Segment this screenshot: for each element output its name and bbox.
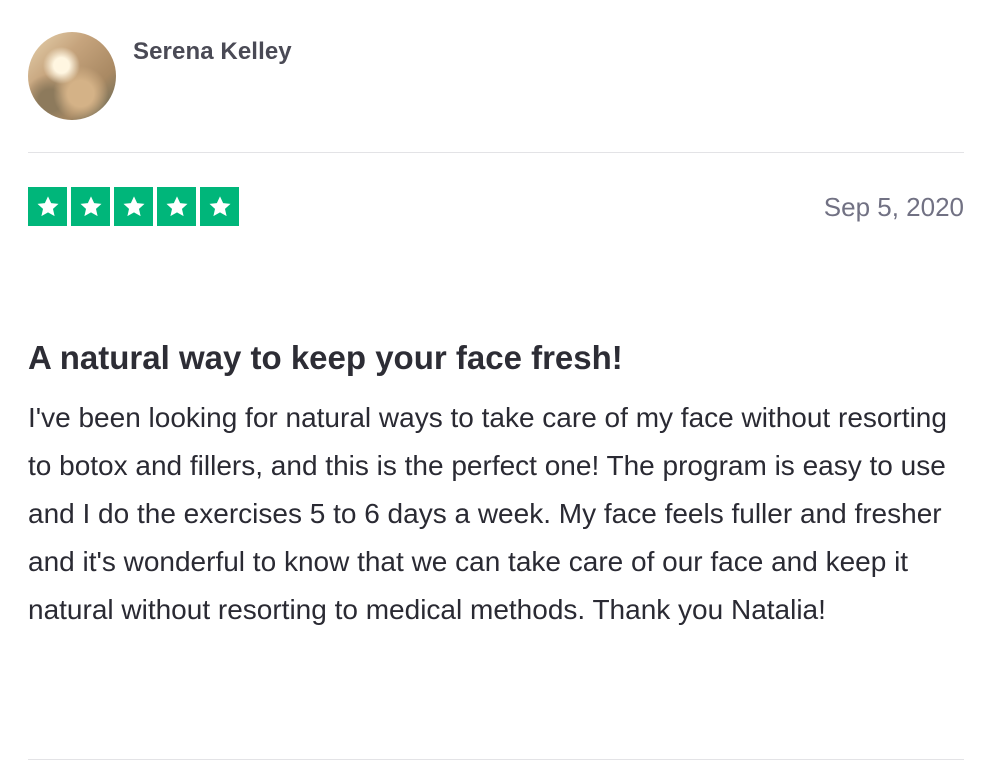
star-icon (71, 187, 110, 226)
reviewer-name[interactable]: Serena Kelley (133, 38, 292, 66)
review-title[interactable]: A natural way to keep your face fresh! (28, 336, 964, 380)
divider (28, 152, 964, 153)
star-icon (28, 187, 67, 226)
review-date: Sep 5, 2020 (823, 192, 964, 222)
star-rating (28, 187, 239, 226)
divider (28, 759, 964, 760)
star-icon (114, 187, 153, 226)
star-icon (157, 187, 196, 226)
review-body: I've been looking for natural ways to ta… (28, 402, 947, 625)
star-icon (200, 187, 239, 226)
avatar[interactable] (28, 32, 116, 120)
reviewer-header: Serena Kelley (28, 32, 292, 120)
